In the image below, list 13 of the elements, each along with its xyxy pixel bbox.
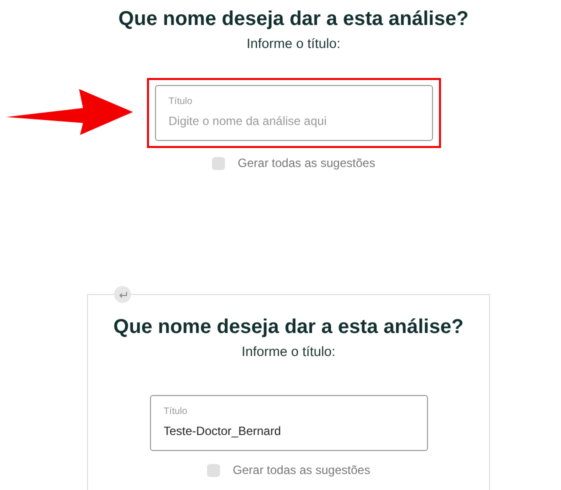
checkbox-label: Gerar todas as sugestões xyxy=(238,156,376,170)
text-input[interactable]: Digite o nome da análise aqui xyxy=(168,114,420,128)
subtitle: Informe o título: xyxy=(242,343,336,361)
checkbox[interactable] xyxy=(212,156,225,170)
text-input[interactable]: Teste-Doctor_Bernard xyxy=(164,424,414,438)
title-field[interactable]: Título Teste-Doctor_Bernard xyxy=(150,395,428,451)
return-icon xyxy=(118,290,128,298)
checkbox-label: Gerar todas as sugestões xyxy=(232,463,370,477)
back-button[interactable] xyxy=(114,286,131,303)
dialog-title: Que nome deseja dar a esta análise? xyxy=(118,7,469,32)
subtitle: Informe o título: xyxy=(246,35,340,53)
dialog-title: Que nome deseja dar a esta análise? xyxy=(113,315,464,340)
checkbox[interactable] xyxy=(206,464,220,476)
